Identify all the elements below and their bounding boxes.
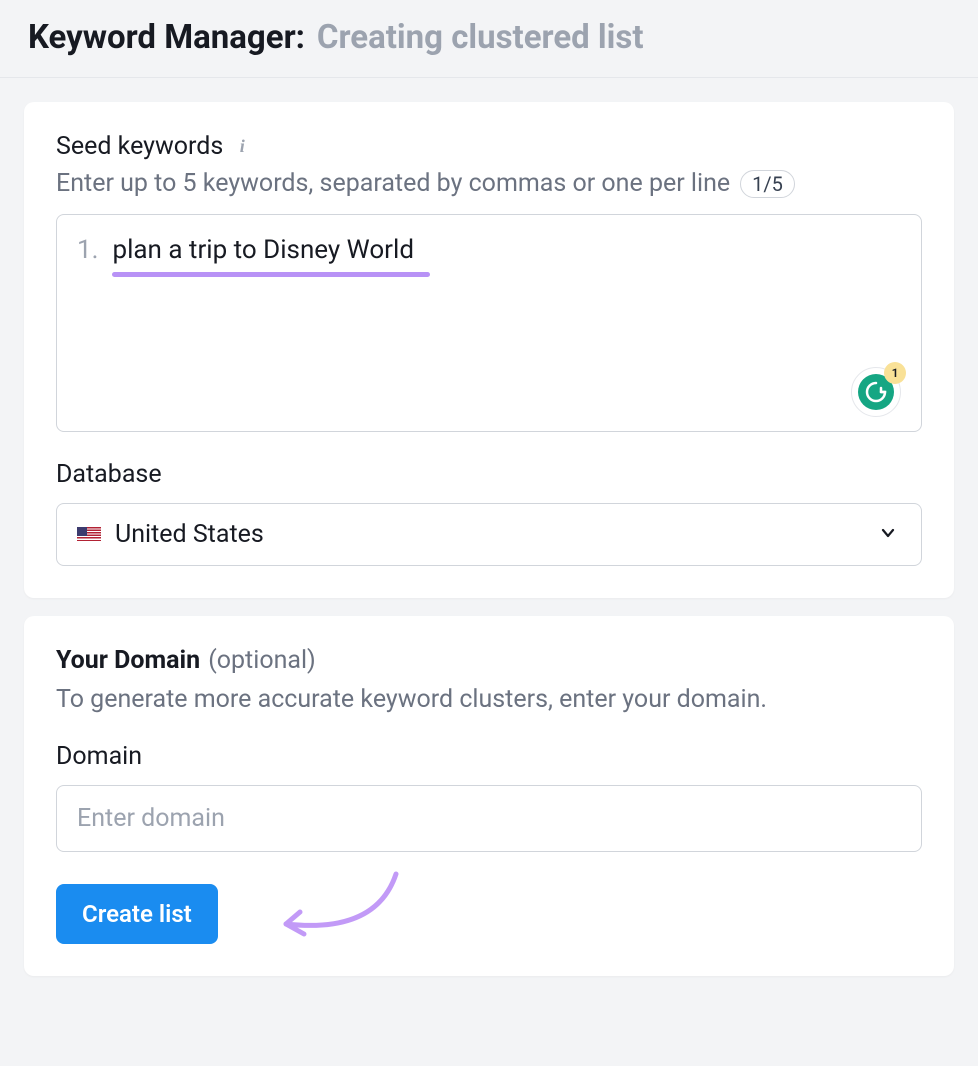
seed-helper-text: Enter up to 5 keywords, separated by com…	[56, 169, 730, 198]
database-dropdown[interactable]: United States	[56, 503, 922, 566]
chevron-down-icon	[879, 524, 897, 546]
domain-field-label: Domain	[56, 742, 922, 771]
create-list-button[interactable]: Create list	[56, 884, 218, 944]
keyword-text: plan a trip to Disney World	[112, 235, 414, 265]
your-domain-card: Your Domain (optional) To generate more …	[24, 616, 954, 976]
database-selected-value: United States	[115, 520, 901, 549]
us-flag-icon	[77, 527, 101, 543]
annotation-arrow	[256, 864, 416, 954]
seed-helper-row: Enter up to 5 keywords, separated by com…	[56, 169, 922, 198]
database-label: Database	[56, 460, 922, 489]
page-title: Keyword Manager:	[28, 18, 305, 57]
page-subtitle: Creating clustered list	[317, 18, 644, 57]
seed-label-row: Seed keywords i	[56, 132, 922, 161]
seed-keywords-card: Seed keywords i Enter up to 5 keywords, …	[24, 102, 954, 598]
domain-input[interactable]	[56, 785, 922, 852]
page-header: Keyword Manager: Creating clustered list	[0, 0, 978, 78]
keyword-number: 1.	[77, 235, 98, 265]
domain-header-row: Your Domain (optional)	[56, 646, 922, 675]
grammarly-notification-count: 1	[884, 362, 906, 384]
optional-label: (optional)	[208, 646, 316, 675]
your-domain-title: Your Domain	[56, 646, 200, 675]
keyword-line-1: 1. plan a trip to Disney World	[77, 235, 901, 265]
button-row: Create list	[56, 884, 922, 944]
keyword-count-badge: 1/5	[740, 170, 795, 198]
annotation-underline	[112, 272, 430, 277]
domain-helper-text: To generate more accurate keyword cluste…	[56, 685, 922, 714]
grammarly-badge[interactable]: 1	[851, 367, 903, 419]
seed-keywords-input[interactable]: 1. plan a trip to Disney World 1	[56, 214, 922, 432]
content-area: Seed keywords i Enter up to 5 keywords, …	[0, 78, 978, 1018]
database-section: Database United States	[56, 460, 922, 566]
seed-keywords-label: Seed keywords	[56, 132, 223, 161]
info-icon[interactable]: i	[233, 138, 251, 156]
